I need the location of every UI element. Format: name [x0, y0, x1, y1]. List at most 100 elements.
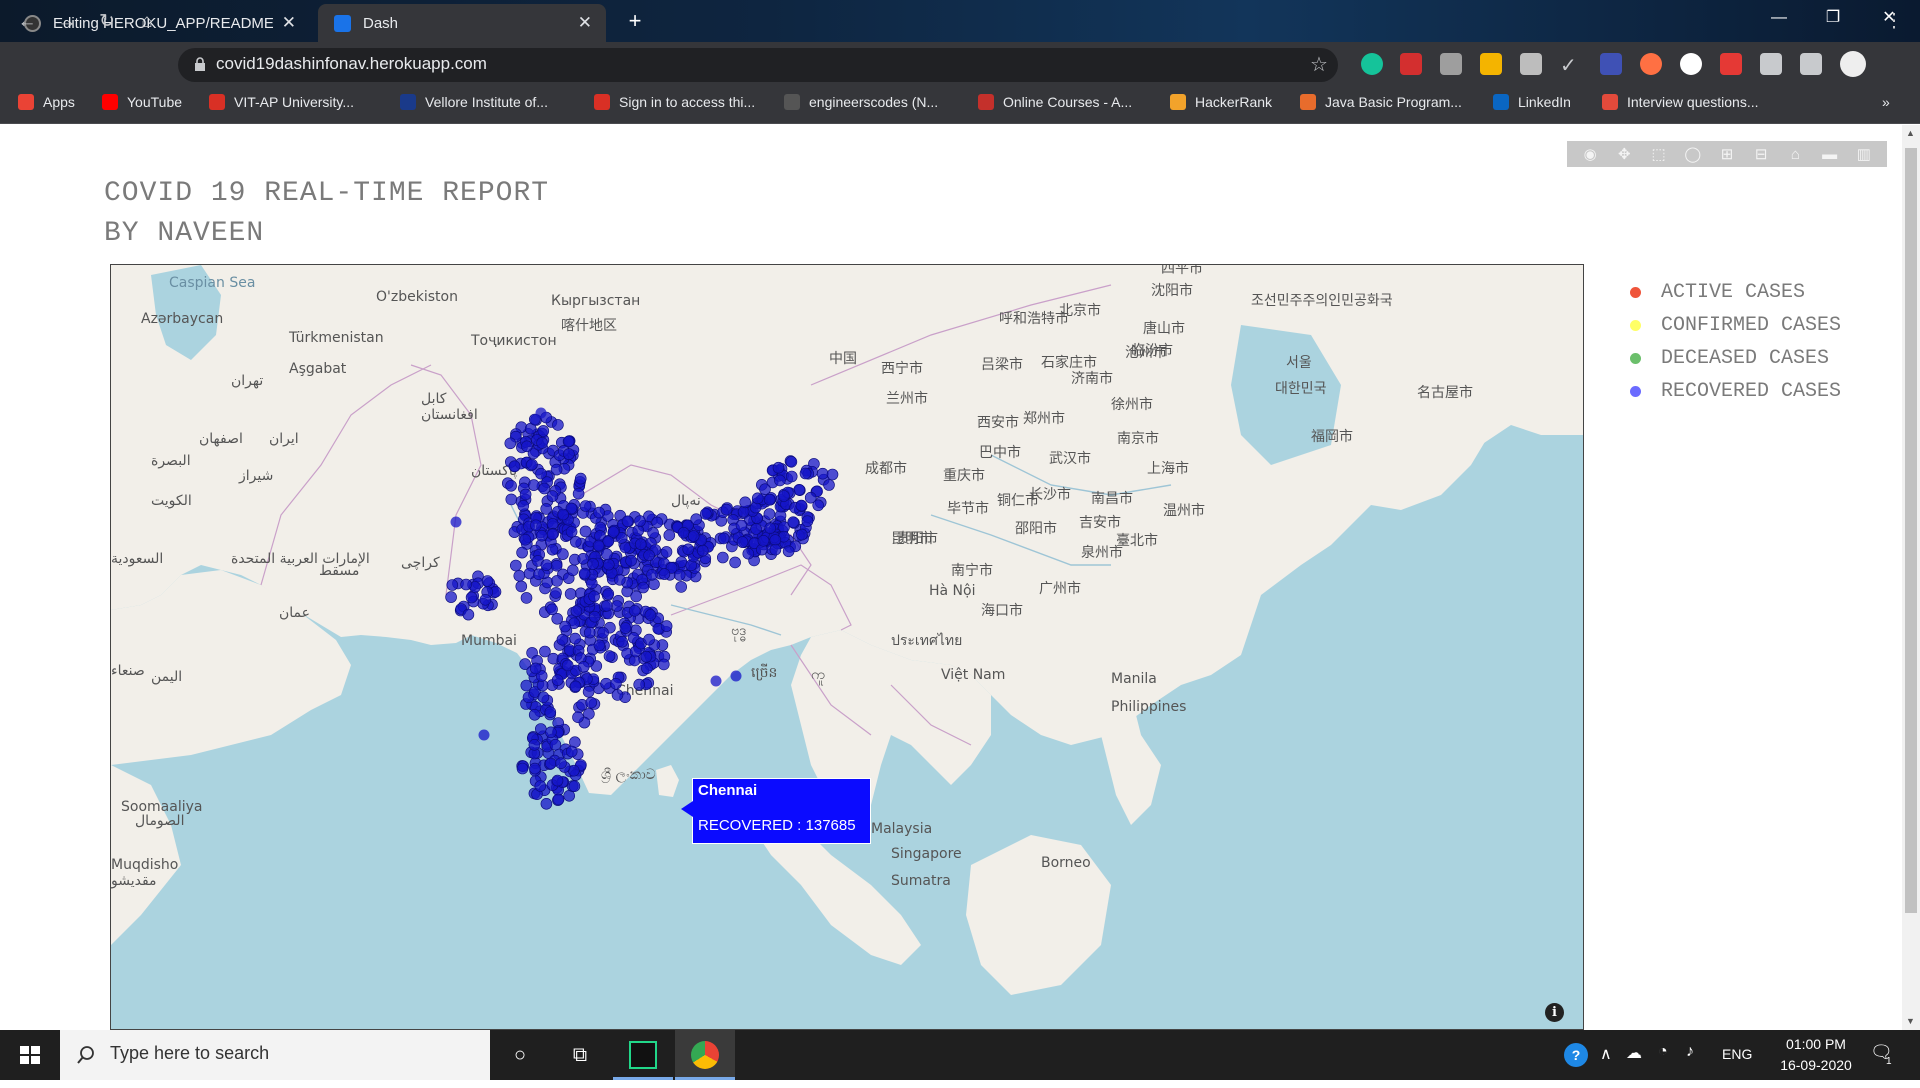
tab-dash[interactable]: Dash ✕ — [318, 4, 606, 42]
case-marker[interactable] — [633, 678, 646, 691]
case-marker[interactable] — [644, 609, 657, 621]
case-marker[interactable] — [778, 490, 790, 502]
case-marker[interactable] — [769, 543, 782, 556]
case-marker[interactable] — [717, 532, 730, 545]
case-marker[interactable] — [801, 515, 814, 528]
case-marker[interactable] — [720, 503, 733, 516]
case-marker[interactable] — [579, 500, 592, 512]
case-marker[interactable] — [515, 580, 528, 593]
case-marker[interactable] — [759, 483, 771, 495]
legend-item-active[interactable]: ACTIVE CASES — [1630, 276, 1841, 309]
case-marker[interactable] — [699, 508, 712, 520]
close-tab-icon[interactable]: ✕ — [282, 13, 296, 33]
profile-avatar[interactable] — [1840, 51, 1866, 77]
scroll-down-arrow[interactable]: ▼ — [1906, 1016, 1915, 1026]
case-marker[interactable] — [570, 605, 583, 618]
task-view-icon[interactable]: ⧉ — [550, 1030, 610, 1080]
case-marker[interactable] — [764, 522, 777, 535]
case-marker[interactable] — [529, 662, 542, 675]
case-marker[interactable] — [557, 548, 569, 560]
case-marker[interactable] — [660, 546, 673, 558]
case-marker[interactable] — [546, 543, 559, 556]
case-marker[interactable] — [648, 578, 660, 591]
case-marker[interactable] — [647, 527, 659, 539]
case-marker[interactable] — [619, 622, 632, 634]
case-marker[interactable] — [682, 543, 695, 556]
case-marker[interactable] — [735, 519, 748, 532]
case-marker[interactable] — [504, 437, 517, 450]
case-marker[interactable] — [465, 591, 478, 604]
case-marker[interactable] — [533, 568, 545, 581]
bookmark-item[interactable]: Interview questions... — [1602, 94, 1759, 110]
clock-date[interactable]: 16-09-2020 — [1774, 1057, 1858, 1073]
case-marker[interactable] — [552, 419, 564, 431]
cortana-icon[interactable]: ○ — [490, 1030, 550, 1080]
case-marker[interactable] — [478, 729, 490, 741]
case-marker[interactable] — [763, 493, 776, 506]
case-marker[interactable] — [568, 780, 581, 793]
restore-button[interactable]: ❐ — [1810, 0, 1856, 36]
case-marker[interactable] — [513, 569, 526, 582]
case-marker[interactable] — [521, 440, 533, 453]
case-marker[interactable] — [460, 578, 472, 591]
case-marker[interactable] — [646, 568, 658, 581]
case-marker[interactable] — [677, 526, 690, 539]
case-marker[interactable] — [634, 515, 646, 527]
case-marker[interactable] — [710, 675, 722, 687]
case-marker[interactable] — [544, 706, 557, 719]
case-marker[interactable] — [675, 581, 688, 593]
case-marker[interactable] — [538, 482, 551, 495]
case-marker[interactable] — [601, 599, 613, 612]
box-select-icon[interactable]: ⬚ — [1648, 145, 1670, 163]
case-markers[interactable] — [111, 265, 1584, 1030]
case-marker[interactable] — [563, 448, 575, 460]
close-tab-icon[interactable]: ✕ — [578, 13, 592, 33]
zoom-in-icon[interactable]: ⊞ — [1716, 145, 1738, 163]
case-marker[interactable] — [600, 677, 612, 690]
case-marker[interactable] — [550, 463, 563, 476]
case-marker[interactable] — [535, 407, 547, 419]
case-marker[interactable] — [505, 480, 517, 492]
case-marker[interactable] — [520, 592, 533, 604]
case-marker[interactable] — [536, 437, 548, 449]
menu-dots-icon[interactable]: ⋮ — [1880, 8, 1908, 36]
case-marker[interactable] — [785, 456, 798, 468]
case-marker[interactable] — [632, 524, 645, 537]
case-marker[interactable] — [637, 581, 650, 594]
bookmark-item[interactable]: Java Basic Program... — [1300, 94, 1462, 110]
case-marker[interactable] — [607, 526, 620, 538]
case-marker[interactable] — [519, 488, 532, 501]
download-icon[interactable] — [1520, 53, 1542, 75]
case-marker[interactable] — [565, 525, 578, 538]
case-marker[interactable] — [616, 635, 629, 648]
case-marker[interactable] — [546, 603, 558, 616]
legend-item-deceased[interactable]: DECEASED CASES — [1630, 342, 1841, 375]
case-marker[interactable] — [730, 670, 742, 682]
case-marker[interactable] — [585, 696, 598, 709]
case-marker[interactable] — [516, 546, 528, 559]
case-marker[interactable] — [643, 633, 655, 646]
case-marker[interactable] — [782, 545, 795, 558]
case-marker[interactable] — [736, 536, 749, 548]
case-marker[interactable] — [577, 660, 590, 673]
case-marker[interactable] — [540, 559, 553, 571]
case-marker[interactable] — [445, 591, 457, 603]
case-marker[interactable] — [563, 789, 576, 802]
case-marker[interactable] — [816, 467, 829, 480]
extension-icon[interactable] — [1480, 53, 1502, 75]
back-arrow-icon[interactable]: ← — [13, 8, 41, 36]
case-marker[interactable] — [611, 600, 623, 612]
case-marker[interactable] — [799, 467, 812, 480]
case-marker[interactable] — [564, 588, 577, 600]
case-marker[interactable] — [574, 472, 587, 485]
toggle-hover-icon[interactable]: ▬ — [1819, 146, 1841, 163]
case-marker[interactable] — [812, 499, 825, 512]
zip-icon[interactable] — [1600, 53, 1622, 75]
case-marker[interactable] — [687, 530, 700, 542]
help-icon[interactable]: ? — [1564, 1043, 1588, 1067]
onedrive-icon[interactable]: ☁ — [1626, 1043, 1642, 1063]
case-marker[interactable] — [634, 538, 647, 551]
case-marker[interactable] — [643, 549, 655, 562]
covid-map[interactable]: O'zbekiston Кыргызстан Türkmenistan Тоҷикис… — [110, 264, 1584, 1030]
case-marker[interactable] — [641, 662, 653, 675]
